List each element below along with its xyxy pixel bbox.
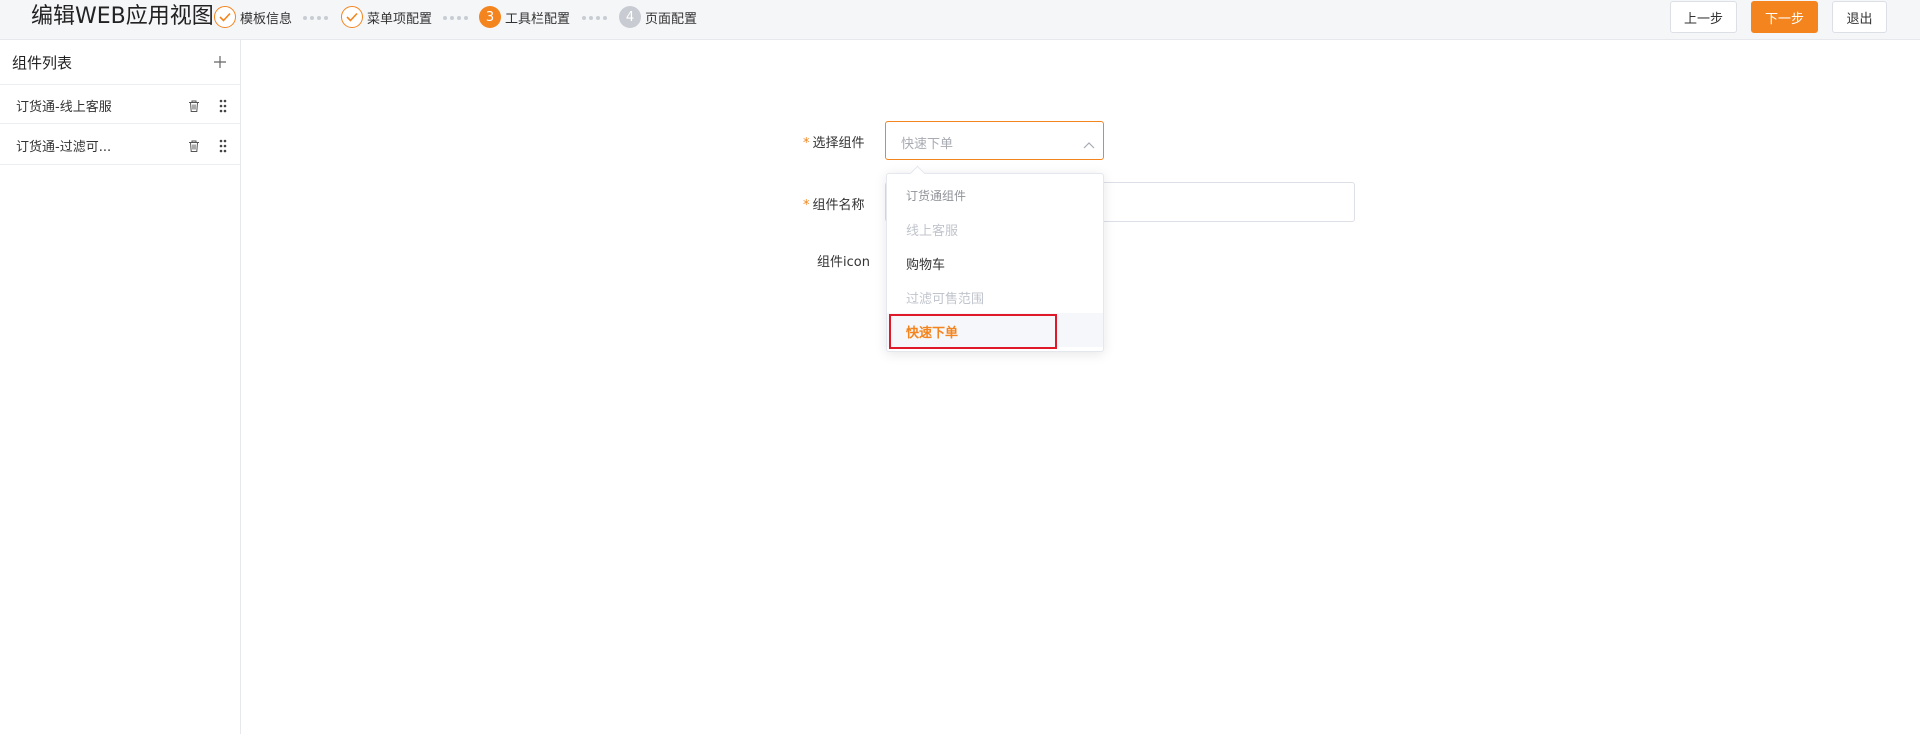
dropdown-option-online-service: 线上客服 bbox=[906, 224, 959, 239]
dropdown-group-title: 订货通组件 bbox=[906, 189, 967, 203]
select-value: 快速下单 bbox=[901, 137, 954, 152]
drag-handle-icon[interactable] bbox=[218, 138, 228, 153]
step-number-badge: 3 bbox=[479, 6, 501, 28]
step-label: 菜单项配置 bbox=[367, 11, 433, 27]
chevron-up-icon bbox=[1083, 136, 1095, 149]
highlight-annotation bbox=[889, 314, 1057, 349]
step-page-config: 4 页面配置 bbox=[619, 5, 697, 29]
step-label: 工具栏配置 bbox=[505, 11, 571, 27]
list-item-label: 订货通-线上客服 bbox=[16, 100, 112, 115]
next-step-button[interactable]: 下一步 bbox=[1751, 1, 1818, 33]
dropdown-option-filter-range: 过滤可售范围 bbox=[906, 292, 985, 307]
check-circle-icon bbox=[214, 6, 236, 28]
dropdown-option-cart[interactable]: 购物车 bbox=[887, 245, 1103, 279]
step-toolbar-config: 3 工具栏配置 bbox=[479, 5, 570, 29]
step-number-badge: 4 bbox=[619, 6, 641, 28]
list-item-label: 订货通-过滤可... bbox=[16, 140, 112, 155]
step-connector bbox=[303, 16, 328, 20]
step-label: 页面配置 bbox=[645, 11, 698, 27]
required-asterisk: * bbox=[803, 136, 810, 151]
component-select[interactable]: 快速下单 bbox=[885, 121, 1104, 160]
select-component-label: * 选择组件 bbox=[803, 136, 865, 151]
page-title: 编辑WEB应用视图 bbox=[31, 4, 214, 29]
prev-step-button[interactable]: 上一步 bbox=[1670, 1, 1737, 33]
component-name-label: * 组件名称 bbox=[803, 198, 865, 213]
component-list-panel: 组件列表 订货通-线上客服 订货通-过滤可... bbox=[0, 40, 241, 734]
component-icon-label: 组件icon bbox=[817, 255, 870, 270]
step-menu-config: 菜单项配置 bbox=[341, 5, 432, 29]
check-circle-icon bbox=[341, 6, 363, 28]
required-asterisk: * bbox=[803, 198, 810, 213]
drag-handle-icon[interactable] bbox=[218, 98, 228, 113]
step-template-info: 模板信息 bbox=[214, 5, 292, 29]
trash-icon[interactable] bbox=[187, 98, 201, 112]
list-item[interactable]: 订货通-线上客服 bbox=[0, 84, 240, 124]
list-item[interactable]: 订货通-过滤可... bbox=[0, 125, 240, 165]
trash-icon[interactable] bbox=[187, 138, 201, 152]
step-connector bbox=[443, 16, 468, 20]
step-label: 模板信息 bbox=[240, 11, 293, 27]
sidebar-title: 组件列表 bbox=[12, 54, 73, 72]
add-icon[interactable] bbox=[210, 52, 230, 72]
top-bar: 编辑WEB应用视图 模板信息 菜单项配置 3 工具栏配置 4 页面配置 上一步 … bbox=[0, 0, 1920, 40]
step-connector bbox=[582, 16, 607, 20]
exit-button[interactable]: 退出 bbox=[1832, 1, 1887, 33]
